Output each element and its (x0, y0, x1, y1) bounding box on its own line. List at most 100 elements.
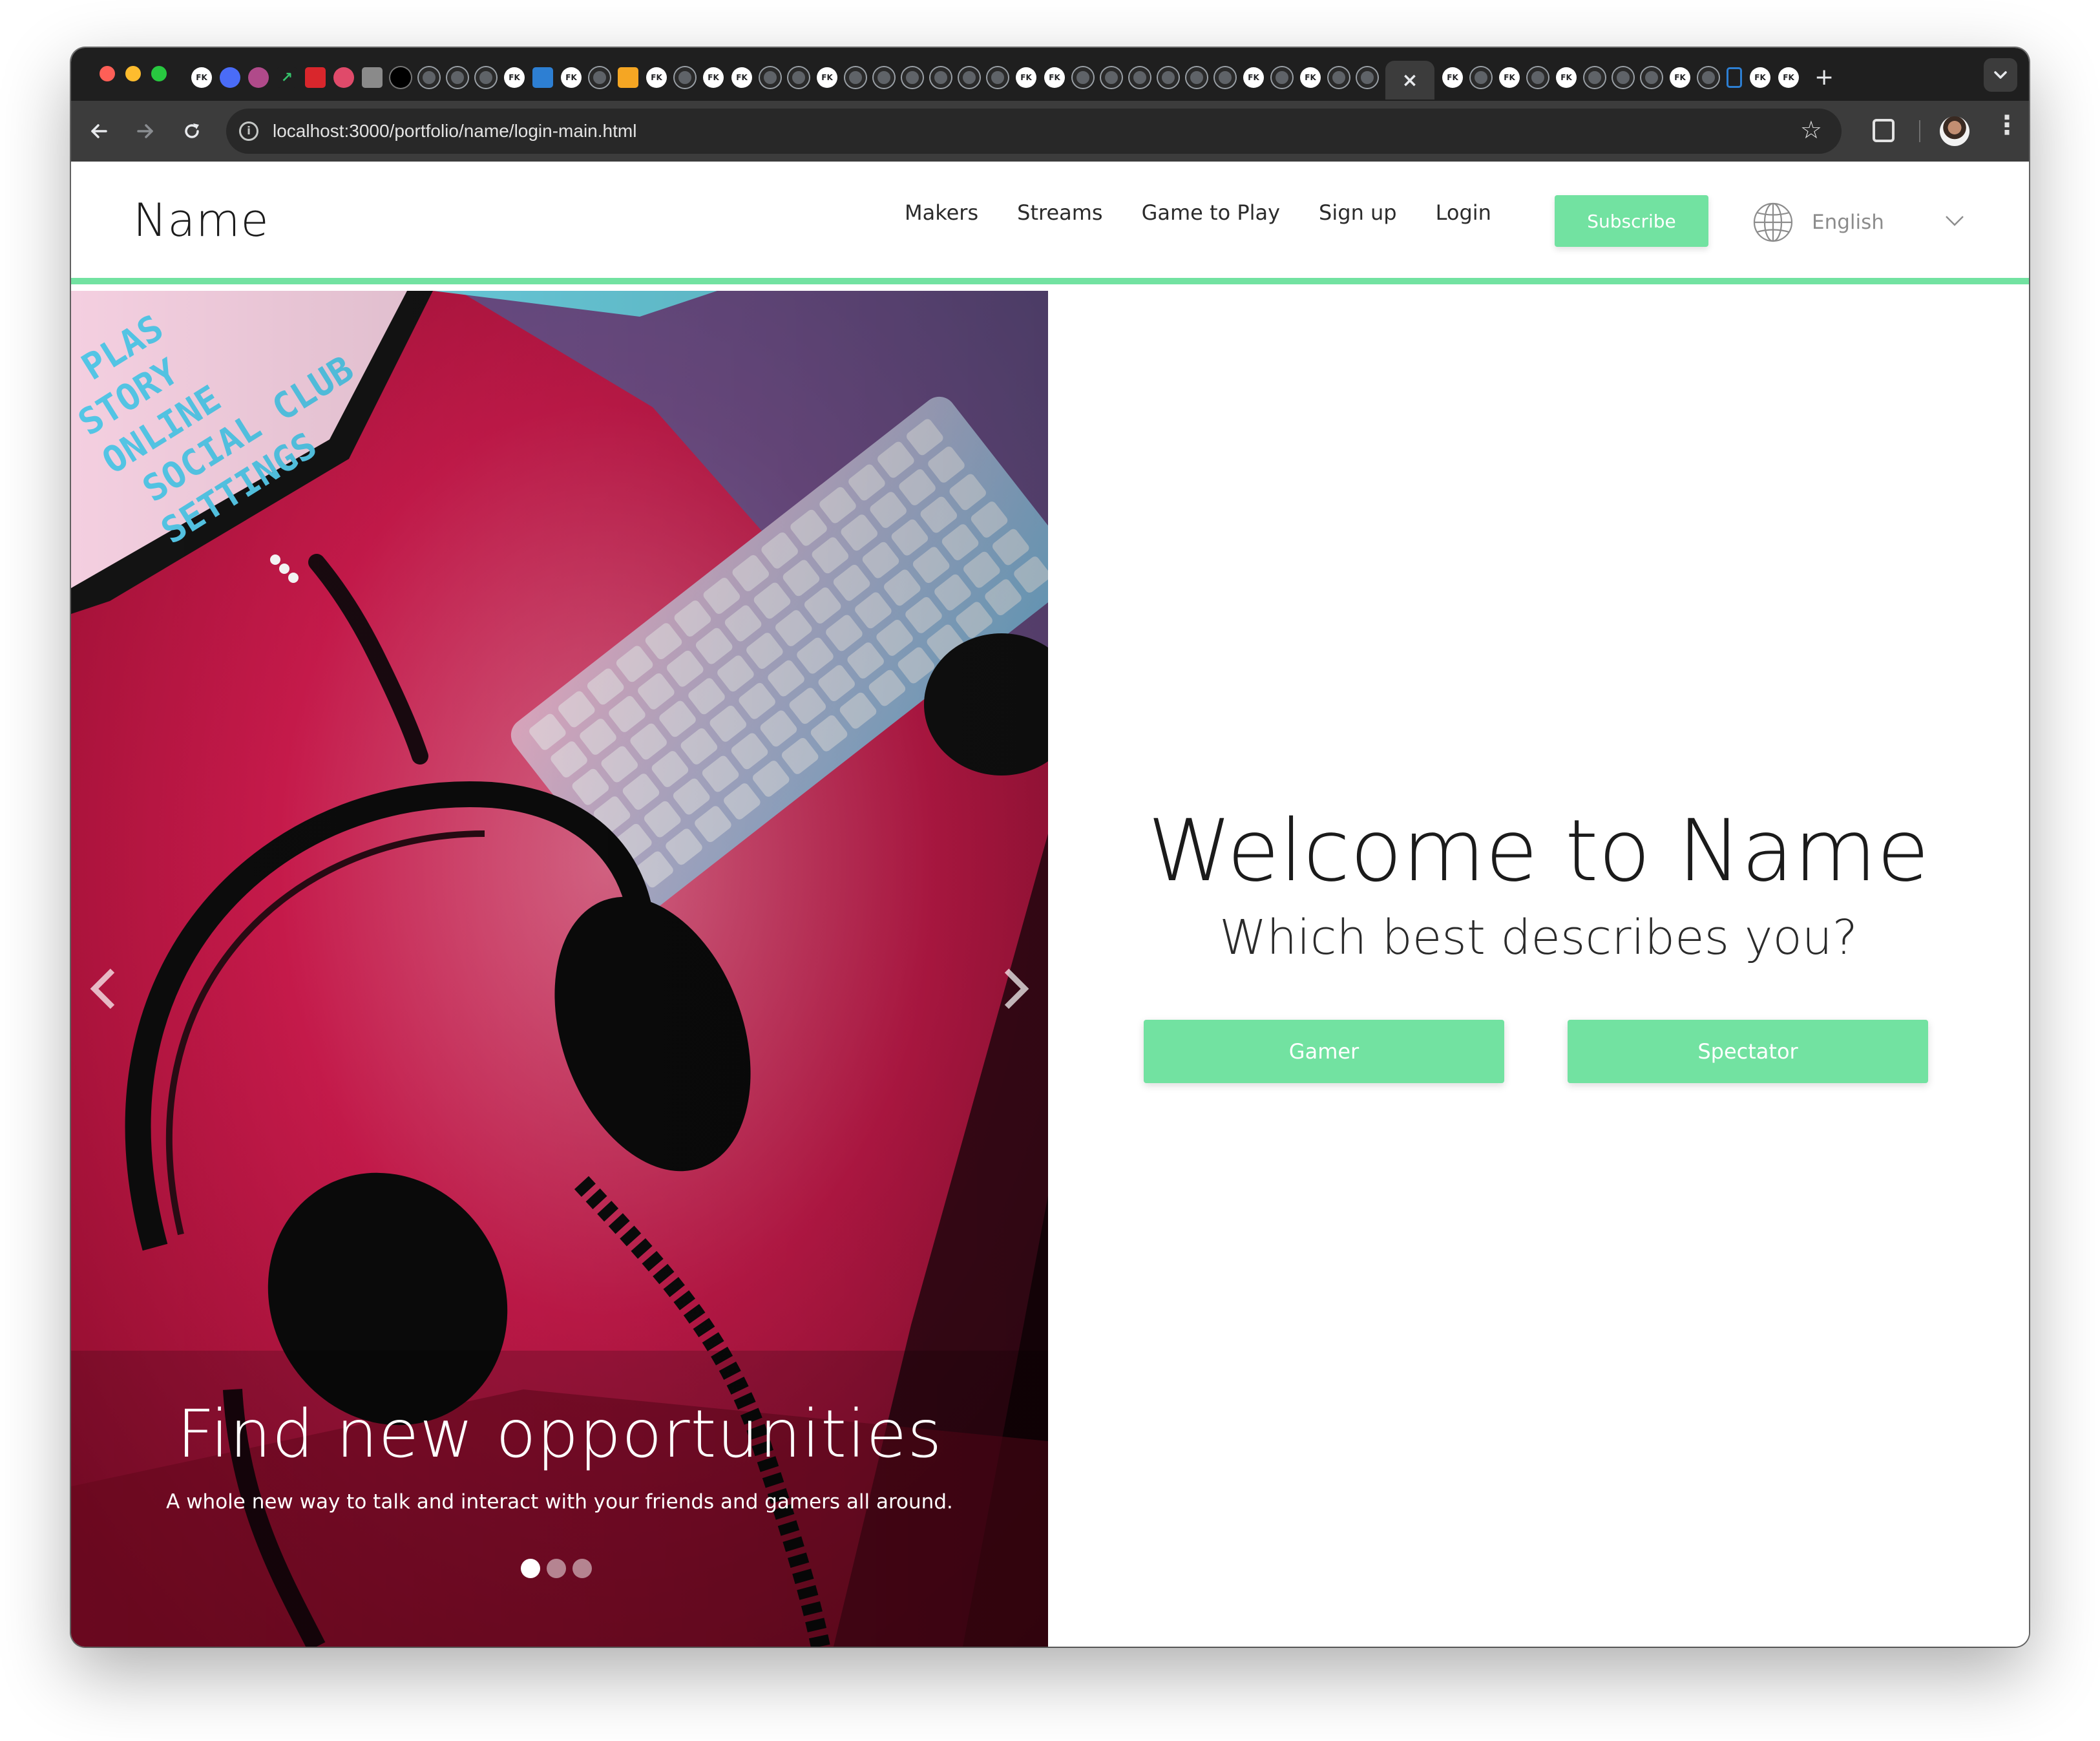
reload-button[interactable] (177, 116, 207, 146)
carousel-indicators (521, 1559, 592, 1578)
address-bar[interactable]: i localhost:3000/portfolio/name/login-ma… (226, 109, 1842, 154)
tab-favicon-icon[interactable] (1584, 67, 1605, 88)
site-header: Name Makers Streams Game to Play Sign up… (71, 162, 2029, 284)
toolbar-actions: ⋮ (1848, 101, 2029, 162)
arrow-right-icon (137, 124, 153, 138)
tab-favicon-icon[interactable]: FK (731, 67, 752, 88)
nav-link-sign-up[interactable]: Sign up (1319, 200, 1397, 225)
tab-favicon-icon[interactable] (675, 67, 695, 88)
tab-favicon-icon[interactable] (930, 67, 951, 88)
spectator-button[interactable]: Spectator (1568, 1020, 1928, 1083)
tab-favicon-icon[interactable] (1698, 67, 1719, 88)
nav-link-streams[interactable]: Streams (1017, 200, 1102, 225)
tab-favicon-icon[interactable] (476, 67, 496, 88)
nav-link-game-to-play[interactable]: Game to Play (1142, 200, 1280, 225)
tab-favicon-icon[interactable] (845, 67, 866, 88)
tab-favicon-icon[interactable]: FK (1670, 67, 1690, 88)
tab-favicon-icon[interactable] (362, 67, 383, 88)
tab-favicon-icon[interactable] (532, 67, 553, 88)
tab-favicon-icon[interactable] (447, 67, 468, 88)
tab-favicon-icon[interactable]: FK (191, 67, 212, 88)
tab-favicon-icon[interactable]: FK (1044, 67, 1065, 88)
tab-favicon-icon[interactable] (1328, 67, 1349, 88)
forward-button[interactable] (131, 116, 160, 146)
tab-favicon-icon[interactable] (760, 67, 781, 88)
tab-favicon-icon[interactable] (1727, 67, 1742, 88)
minimize-window-button[interactable] (125, 66, 141, 81)
url-text[interactable]: localhost:3000/portfolio/name/login-main… (273, 121, 636, 142)
carousel-next-button[interactable] (996, 963, 1035, 1015)
tab-favicon-icon[interactable] (788, 67, 809, 88)
tab-favicon-icon[interactable] (1641, 67, 1662, 88)
extensions-puzzle-icon[interactable] (1873, 119, 1895, 142)
tab-favicon-icon[interactable] (874, 67, 894, 88)
tab-favicon-icon[interactable] (1613, 67, 1633, 88)
carousel-caption-title: Find new opportunities (176, 1396, 943, 1473)
tab-favicon-icon[interactable] (1215, 67, 1235, 88)
browser-window: FK ↗ FK FK FK FK FK FK FK FK FK FK × FK … (71, 48, 2029, 1647)
zoom-window-button[interactable] (151, 66, 167, 81)
nav-link-makers[interactable]: Makers (905, 200, 978, 225)
tab-favicon-icon[interactable]: ↗ (277, 67, 297, 88)
tab-favicon-icon[interactable]: FK (1499, 67, 1520, 88)
carousel-indicator[interactable] (521, 1559, 540, 1578)
tab-favicon-icon[interactable] (305, 67, 326, 88)
tab-favicon-icon[interactable]: FK (1243, 67, 1264, 88)
active-tab-close-icon[interactable]: × (1385, 61, 1434, 100)
welcome-title: Welcome to Name (1148, 801, 1929, 901)
site-logo[interactable]: Name (133, 194, 269, 247)
site-info-icon[interactable]: i (239, 121, 258, 141)
browser-menu-icon[interactable]: ⋮ (1994, 112, 2020, 138)
chevron-down-icon (1946, 216, 1964, 226)
tab-favicon-icon[interactable]: FK (1556, 67, 1577, 88)
tab-search-button[interactable] (1984, 58, 2017, 92)
carousel-indicator[interactable] (572, 1559, 592, 1578)
tab-favicon-icon[interactable] (1471, 67, 1491, 88)
welcome-subtitle: Which best describes you? (1219, 910, 1858, 965)
close-window-button[interactable] (100, 66, 115, 81)
tab-favicon-icon[interactable]: FK (1778, 67, 1799, 88)
tab-favicon-icon[interactable] (618, 67, 638, 88)
tab-favicon-icon[interactable] (959, 67, 980, 88)
tab-favicon-icon[interactable] (1186, 67, 1207, 88)
tab-favicon-icon[interactable]: FK (561, 67, 582, 88)
tab-favicon-icon[interactable] (1272, 67, 1292, 88)
back-button[interactable] (84, 116, 114, 146)
tab-favicon-icon[interactable]: FK (1442, 67, 1463, 88)
bookmark-star-icon[interactable]: ☆ (1800, 118, 1822, 142)
tab-favicon-icon[interactable]: FK (703, 67, 724, 88)
tab-favicon-icon[interactable]: FK (646, 67, 667, 88)
tab-favicon-icon[interactable]: FK (1300, 67, 1321, 88)
carousel-caption-text: A whole new way to talk and interact wit… (166, 1490, 953, 1514)
profile-avatar[interactable] (1940, 116, 1969, 146)
tab-favicon-icon[interactable] (1357, 67, 1378, 88)
tab-favicon-icon[interactable] (1528, 67, 1548, 88)
tab-favicon-icon[interactable] (1129, 67, 1150, 88)
tab-favicon-icon[interactable]: FK (504, 67, 525, 88)
tab-favicon-icon[interactable] (902, 67, 923, 88)
tab-favicon-icon[interactable] (589, 67, 610, 88)
subscribe-button[interactable]: Subscribe (1555, 195, 1708, 247)
tab-favicon-icon[interactable]: FK (1016, 67, 1036, 88)
language-selector[interactable]: English (1752, 202, 1966, 243)
carousel-prev-button[interactable] (84, 963, 123, 1015)
tab-favicon-icon[interactable] (419, 67, 439, 88)
reload-icon (185, 123, 199, 138)
tab-favicon-icon[interactable] (987, 67, 1008, 88)
tab-favicon-icon[interactable] (1101, 67, 1122, 88)
tab-favicon-icon[interactable]: FK (817, 67, 837, 88)
tab-strip: FK ↗ FK FK FK FK FK FK FK FK FK FK × FK … (71, 48, 2029, 101)
tab-favicon-icon[interactable] (390, 67, 411, 88)
tab-favicon-icon[interactable] (1158, 67, 1179, 88)
browser-toolbar: i localhost:3000/portfolio/name/login-ma… (71, 101, 2029, 162)
welcome-panel: Welcome to Name Which best describes you… (1048, 291, 2029, 1647)
gamer-button[interactable]: Gamer (1144, 1020, 1504, 1083)
carousel-indicator[interactable] (547, 1559, 566, 1578)
new-tab-button[interactable]: + (1814, 66, 1834, 89)
tab-favicon-icon[interactable] (333, 67, 354, 88)
tab-favicon-icon[interactable] (220, 67, 240, 88)
tab-favicon-icon[interactable]: FK (1750, 67, 1770, 88)
tab-favicon-icon[interactable] (248, 67, 269, 88)
nav-link-login[interactable]: Login (1436, 200, 1491, 225)
tab-favicon-icon[interactable] (1073, 67, 1093, 88)
